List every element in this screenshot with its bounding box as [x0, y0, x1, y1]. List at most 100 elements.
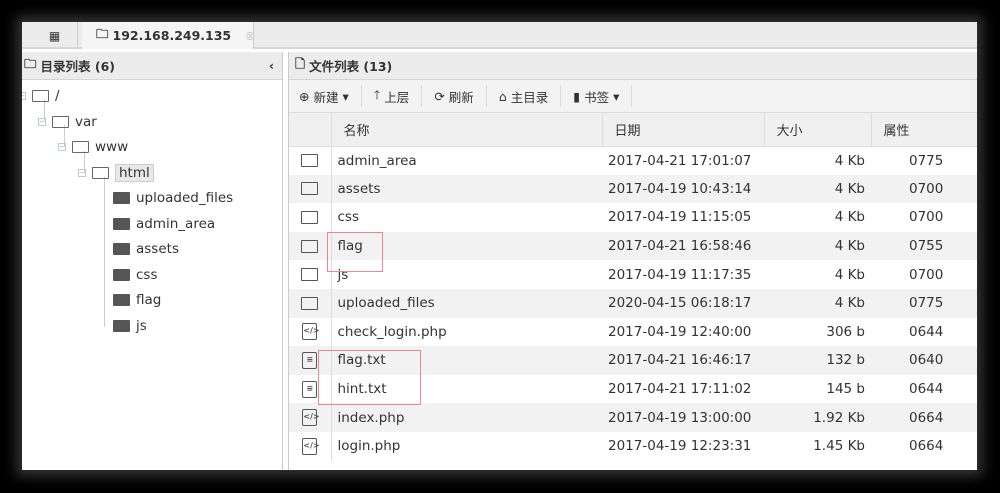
home-icon: ⌂ [498, 88, 507, 104]
collapse-icon[interactable]: − [78, 169, 86, 177]
tree-label: var [75, 114, 97, 130]
file-table: 名称 日期 大小 属性 admin_area 2017-04-21 17:01:… [289, 113, 977, 461]
file-row[interactable]: </> index.php 2017-04-19 13:00:00 1.92 K… [289, 403, 977, 432]
home-label: 主目录 [510, 89, 549, 105]
file-list-header: 🗋 文件列表 (13) [289, 52, 977, 80]
file-row[interactable]: </> login.php 2017-04-19 12:23:31 1.45 K… [289, 431, 977, 461]
folder-icon [92, 167, 109, 179]
file-size: 1.45 Kb [813, 438, 865, 455]
tree-node-child[interactable]: flag [113, 292, 161, 308]
file-icon-cell [289, 231, 332, 261]
file-date: 2020-04-15 06:18:17 [602, 288, 764, 318]
column-size[interactable]: 大小 [764, 113, 872, 147]
file-row[interactable]: admin_area 2017-04-21 17:01:07 4 Kb 0775 [289, 146, 977, 175]
tree-label: js [136, 318, 147, 334]
file-name[interactable]: check_login.php [331, 318, 602, 347]
tab-bar: ▦ 🗀 192.168.249.135 ⊗ [22, 22, 977, 49]
file-name[interactable]: flag.txt [331, 346, 602, 375]
file-icon: 🗋 [295, 56, 306, 71]
collapse-icon[interactable]: − [58, 143, 66, 151]
home-button[interactable]: ⌂ 主目录 [487, 85, 562, 107]
file-icon-cell [289, 203, 332, 232]
file-size: 4 Kb [764, 231, 871, 261]
file-name[interactable]: assets [331, 174, 602, 204]
file-name[interactable]: hint.txt [331, 375, 602, 404]
file-row[interactable]: css 2017-04-19 11:15:05 4 Kb 0700 [289, 203, 977, 232]
file-date: 2017-04-21 17:11:02 [608, 381, 752, 398]
file-name[interactable]: js [331, 260, 602, 289]
tree-node-root[interactable]: −/ [22, 88, 60, 104]
tree-label: assets [136, 241, 179, 257]
collapse-panel-icon[interactable]: ‹ [269, 58, 274, 73]
tree-node-child[interactable]: admin_area [113, 216, 215, 232]
column-date[interactable]: 日期 [602, 113, 765, 147]
refresh-label: 刷新 [448, 89, 474, 105]
toolbar: ⊕ 新建 ▾ 🡑 上层 ⟳ 刷新 ⌂ 主目录 ▮ 书签 ▾ [289, 80, 977, 113]
file-permissions: 0755 [871, 231, 977, 261]
file-size: 145 b [826, 381, 865, 398]
file-row[interactable]: </> check_login.php 2017-04-19 12:40:00 … [289, 317, 977, 347]
file-name[interactable]: uploaded_files [331, 288, 602, 318]
file-size: 1.92 Kb [764, 403, 871, 432]
file-icon-cell: </> [289, 431, 332, 461]
file-name[interactable]: login.php [331, 432, 602, 461]
tree-node-child[interactable]: assets [113, 241, 179, 257]
tree-node-html[interactable]: − html [78, 164, 154, 182]
refresh-icon: ⟳ [434, 88, 445, 104]
tree-node-www[interactable]: − www [58, 139, 128, 155]
file-row[interactable]: assets 2017-04-19 10:43:14 4 Kb 0700 [289, 174, 977, 204]
file-icon-cell: ≡ [289, 346, 332, 375]
file-permissions: 0700 [909, 209, 944, 226]
file-permissions: 0644 [909, 323, 944, 340]
file-permissions: 0664 [909, 438, 944, 455]
folder-icon [113, 192, 130, 204]
file-row[interactable]: flag 2017-04-21 16:58:46 4 Kb 0755 [289, 231, 977, 261]
tree-label: flag [136, 292, 162, 308]
file-size: 4 Kb [834, 266, 865, 283]
file-list-panel: 🗋 文件列表 (13) ⊕ 新建 ▾ 🡑 上层 ⟳ 刷新 ⌂ 主目录 ▮ 书签 ▾ 名称 日期… [288, 52, 977, 470]
file-name[interactable]: admin_area [331, 146, 602, 175]
new-button[interactable]: ⊕ 新建 ▾ [299, 85, 362, 107]
directory-panel-title: 目录列表 (6) [40, 59, 115, 74]
column-name[interactable]: 名称 [331, 113, 603, 147]
refresh-button[interactable]: ⟳ 刷新 [422, 85, 487, 107]
file-size: 4 Kb [834, 209, 865, 226]
file-date: 2017-04-19 11:15:05 [608, 209, 752, 226]
file-name[interactable]: flag [331, 231, 602, 261]
tree-label: uploaded_files [136, 190, 234, 206]
folder-icon [113, 243, 130, 255]
file-date: 2017-04-19 13:00:00 [602, 403, 764, 432]
tree-label: admin_area [136, 216, 216, 232]
collapse-icon[interactable]: − [22, 92, 26, 100]
file-name[interactable]: css [331, 203, 602, 232]
file-row[interactable]: ≡ hint.txt 2017-04-21 17:11:02 145 b 064… [289, 374, 977, 404]
file-row[interactable]: js 2017-04-19 11:17:35 4 Kb 0700 [289, 260, 977, 289]
grid-menu-button[interactable]: ▦ [32, 22, 78, 49]
file-icon-cell [289, 146, 332, 175]
caret-down-icon: ▾ [613, 88, 620, 104]
text-file-icon: ≡ [302, 351, 318, 369]
file-permissions: 0664 [871, 403, 977, 432]
collapse-icon[interactable]: − [38, 118, 46, 126]
bookmark-button[interactable]: ▮ 书签 ▾ [561, 85, 633, 107]
tab-title: 192.168.249.135 [112, 28, 232, 43]
tree-node-child[interactable]: js [113, 318, 147, 334]
column-attributes[interactable]: 属性 [871, 113, 977, 147]
close-icon[interactable]: ⊗ [245, 28, 255, 43]
tree-node-child[interactable]: css [113, 267, 158, 283]
up-label: 上层 [384, 89, 410, 105]
tree-node-var[interactable]: − var [38, 114, 97, 130]
column-icon [289, 113, 332, 147]
folder-icon [113, 218, 130, 230]
file-row[interactable]: ≡ flag.txt 2017-04-21 16:46:17 132 b 064… [289, 346, 977, 375]
plus-circle-icon: ⊕ [299, 88, 310, 104]
file-date: 2017-04-21 16:58:46 [602, 231, 764, 261]
tree-node-child[interactable]: uploaded_files [113, 190, 233, 206]
file-name[interactable]: index.php [331, 403, 602, 432]
up-button[interactable]: 🡑 上层 [362, 85, 423, 107]
file-row[interactable]: uploaded_files 2020-04-15 06:18:17 4 Kb … [289, 288, 977, 318]
folder-icon [301, 154, 319, 168]
tree-label: / [55, 88, 60, 104]
tab-host[interactable]: 🗀 192.168.249.135 ⊗ [82, 22, 256, 49]
tree-label: www [95, 139, 129, 155]
